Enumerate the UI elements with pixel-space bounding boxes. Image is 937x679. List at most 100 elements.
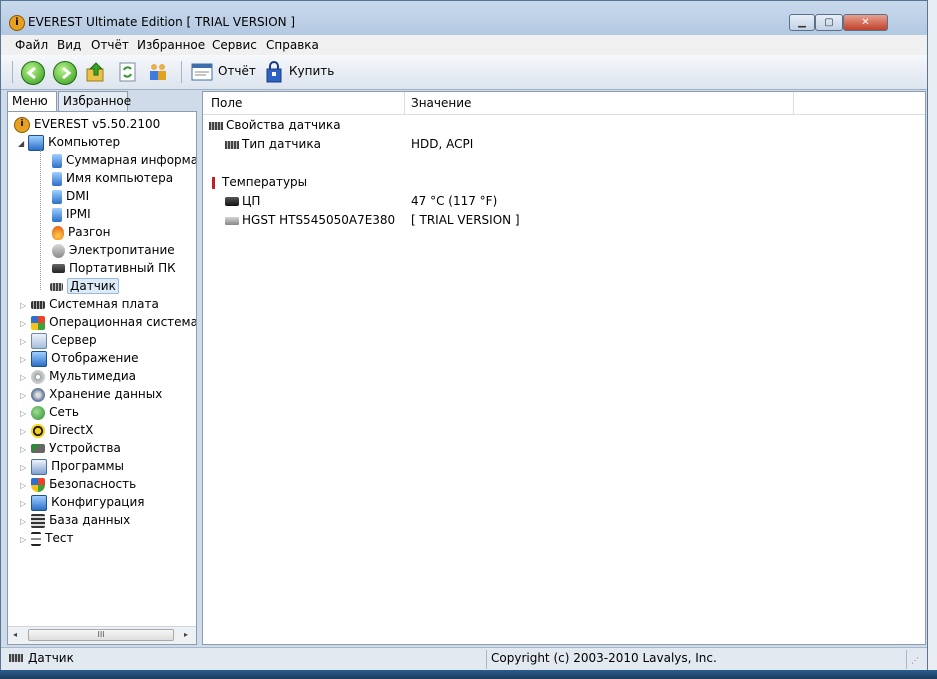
column-header: Поле Значение — [203, 92, 925, 115]
column-divider[interactable] — [793, 92, 794, 114]
back-icon[interactable] — [21, 61, 45, 85]
tree-item-label: Операционная система — [49, 315, 197, 329]
tree-item-label: Тест — [45, 531, 74, 545]
tree-item-summary[interactable]: Суммарная информа — [52, 151, 196, 169]
tree-item-power[interactable]: Электропитание — [52, 241, 175, 259]
tree-item-motherboard[interactable]: ▷ Системная плата — [20, 295, 159, 313]
forward-icon[interactable] — [53, 61, 77, 85]
windows-logo-icon — [31, 315, 46, 330]
tree-item-security[interactable]: ▷ Безопасность — [20, 475, 136, 493]
up-icon[interactable] — [85, 61, 107, 83]
cpu-icon — [225, 197, 239, 206]
table-row[interactable]: ЦП 47 °C (117 °F) — [203, 192, 925, 210]
power-plug-icon — [52, 243, 65, 258]
menu-view[interactable]: Вид — [57, 38, 81, 52]
tree-item-label: Устройства — [49, 441, 121, 455]
horizontal-scrollbar[interactable]: ◂ III ▸ — [8, 626, 196, 644]
expand-icon: ▷ — [20, 319, 27, 328]
users-icon[interactable] — [147, 61, 169, 83]
database-icon — [31, 513, 46, 528]
computer-icon — [28, 134, 45, 151]
menu-help[interactable]: Справка — [266, 38, 319, 52]
group-header: Температуры — [209, 173, 925, 191]
column-value[interactable]: Значение — [411, 96, 471, 110]
fire-icon — [52, 225, 64, 240]
tree-item-database[interactable]: ▷ База данных — [20, 511, 130, 529]
tree-item-computer[interactable]: ◢ Компьютер — [18, 133, 120, 151]
sensor-chip-icon — [50, 282, 63, 291]
expand-icon: ▷ — [20, 301, 27, 310]
column-divider[interactable] — [404, 92, 405, 114]
tree-item-label: Конфигурация — [51, 495, 145, 509]
tree-item-devices[interactable]: ▷ Устройства — [20, 439, 121, 457]
minimize-button[interactable]: ▁ — [789, 14, 815, 31]
tree-item-label: Датчик — [67, 278, 119, 294]
toolbar: Отчёт Купить — [1, 55, 927, 90]
refresh-icon[interactable] — [117, 61, 139, 83]
maximize-button[interactable]: ▢ — [815, 14, 843, 31]
tree-item-server[interactable]: ▷ Сервер — [20, 331, 97, 349]
field-text: Тип датчика — [242, 137, 321, 151]
column-field[interactable]: Поле — [211, 96, 242, 110]
tree-item-label: Компьютер — [48, 135, 121, 149]
buy-button[interactable]: Купить — [289, 64, 334, 78]
monitor-icon — [31, 350, 48, 367]
tree-item-sensor[interactable]: Датчик — [50, 277, 119, 295]
tree-item-storage[interactable]: ▷ Хранение данных — [20, 385, 162, 403]
resize-grip-icon[interactable]: ⋰ — [911, 656, 919, 665]
tree-root[interactable]: i EVEREST v5.50.2100 — [14, 115, 160, 133]
tree-item-overclock[interactable]: Разгон — [52, 223, 110, 241]
programs-icon — [31, 458, 48, 475]
title-bar[interactable]: i EVEREST Ultimate Edition [ TRIAL VERSI… — [1, 1, 927, 35]
tree-item-dmi[interactable]: DMI — [52, 187, 89, 205]
menu-service[interactable]: Сервис — [212, 38, 257, 52]
buy-icon[interactable] — [265, 61, 283, 83]
expand-icon: ▷ — [20, 373, 27, 382]
configuration-icon — [31, 494, 48, 511]
tree-item-label: Портативный ПК — [69, 261, 176, 275]
expand-icon: ▷ — [20, 427, 27, 436]
tree-item-portable[interactable]: Портативный ПК — [52, 259, 176, 277]
sensor-chip-icon — [209, 121, 223, 130]
tab-favorites[interactable]: Избранное — [58, 91, 131, 111]
tree-item-network[interactable]: ▷ Сеть — [20, 403, 79, 421]
value-cell: [ TRIAL VERSION ] — [411, 213, 520, 227]
computer-icon — [52, 207, 62, 222]
group-title: Свойства датчика — [226, 118, 341, 132]
globe-icon — [31, 405, 46, 420]
tree-item-directx[interactable]: ▷ DirectX — [20, 421, 93, 439]
tree-item-programs[interactable]: ▷ Программы — [20, 457, 124, 475]
scrollbar-thumb[interactable]: III — [28, 629, 174, 641]
table-row[interactable]: HGST HTS545050A7E380 [ TRIAL VERSION ] — [203, 211, 925, 229]
tree-item-computer-name[interactable]: Имя компьютера — [52, 169, 173, 187]
devices-icon — [31, 444, 46, 453]
tab-menu[interactable]: Меню — [7, 91, 57, 112]
tree-item-os[interactable]: ▷ Операционная система — [20, 313, 197, 331]
tree-item-configuration[interactable]: ▷ Конфигурация — [20, 493, 144, 511]
sensor-chip-icon — [9, 654, 23, 662]
expand-icon: ▷ — [20, 337, 27, 346]
toolbar-grip — [12, 61, 13, 83]
value-cell: 47 °C (117 °F) — [411, 194, 498, 208]
tree-item-label: DirectX — [49, 423, 94, 437]
table-row[interactable]: Тип датчика HDD, ACPI — [203, 135, 925, 153]
scroll-left-icon[interactable]: ◂ — [13, 630, 17, 639]
menu-file[interactable]: Файл — [15, 38, 48, 52]
tree-item-label: DMI — [66, 189, 90, 203]
tree-item-label: Сервер — [51, 333, 97, 347]
menu-favorites[interactable]: Избранное — [137, 38, 205, 52]
tree-item-test[interactable]: ▷ Тест — [20, 529, 73, 547]
tree-item-label: Сеть — [49, 405, 79, 419]
disk-icon — [31, 387, 46, 402]
menu-report[interactable]: Отчёт — [91, 38, 129, 52]
tree-item-multimedia[interactable]: ▷ Мультимедиа — [20, 367, 136, 385]
report-icon[interactable] — [191, 63, 213, 81]
close-button[interactable]: ✕ — [843, 14, 888, 31]
field-text: ЦП — [242, 194, 261, 208]
tree-item-ipmi[interactable]: IPMI — [52, 205, 91, 223]
expand-icon: ▷ — [20, 355, 27, 364]
report-button[interactable]: Отчёт — [218, 64, 256, 78]
scroll-right-icon[interactable]: ▸ — [184, 630, 188, 639]
collapse-icon: ◢ — [18, 139, 25, 148]
tree-item-display[interactable]: ▷ Отображение — [20, 349, 139, 367]
